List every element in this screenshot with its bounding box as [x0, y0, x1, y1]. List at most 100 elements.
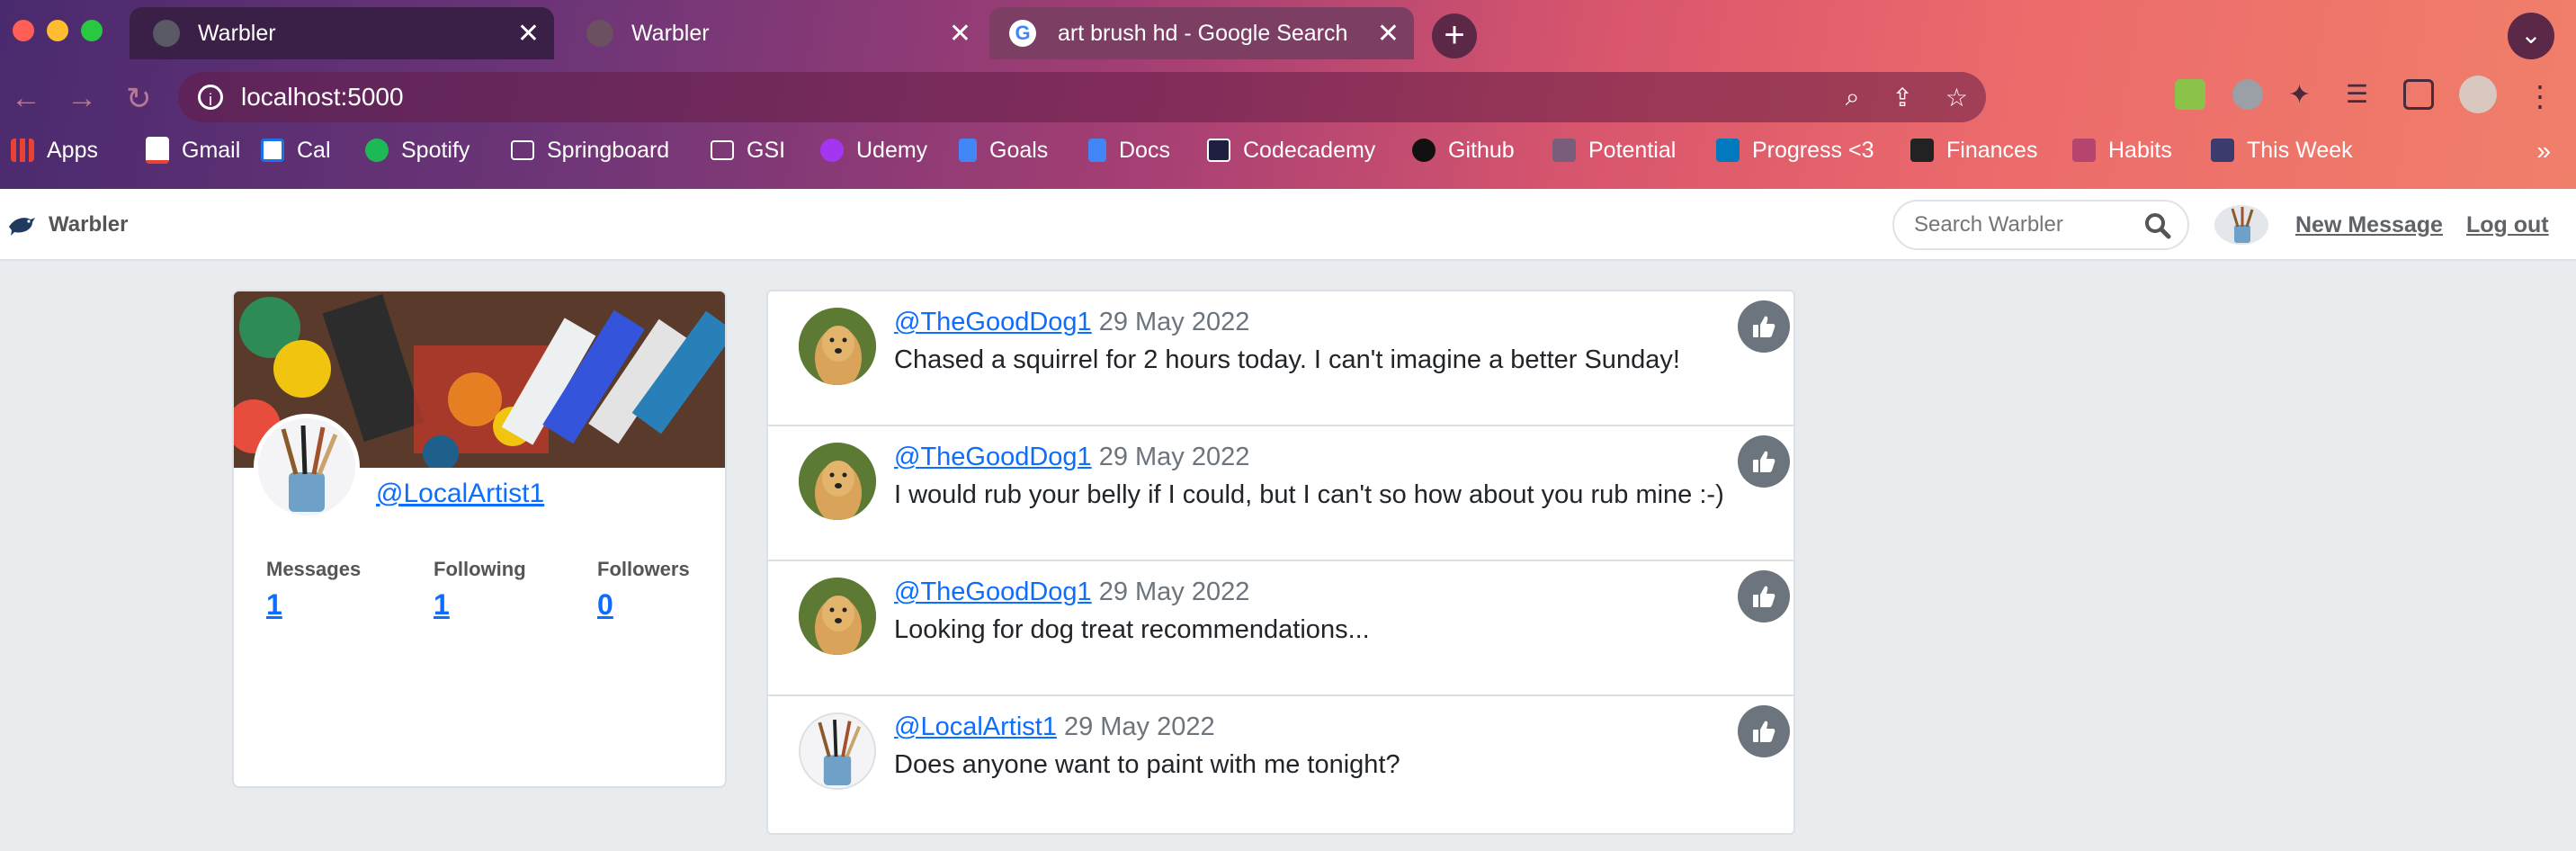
brushes-avatar[interactable]	[799, 712, 876, 790]
dog-avatar[interactable]	[799, 443, 876, 520]
logout-link[interactable]: Log out	[2466, 212, 2549, 238]
followers-count-link[interactable]: 0	[597, 588, 690, 622]
browser-tab[interactable]: Warbler ✕	[563, 7, 986, 59]
bookmark-goals[interactable]: Goals	[959, 138, 1088, 164]
tab-search-button[interactable]: ⌄	[2508, 13, 2554, 59]
messages-list: @TheGoodDog1 29 May 2022 Chased a squirre…	[766, 290, 1795, 835]
warbler-logo-icon	[9, 218, 35, 236]
bookmark-gsi[interactable]: GSI	[711, 138, 820, 164]
close-window-button[interactable]	[13, 20, 34, 41]
messages-count-link[interactable]: 1	[266, 588, 361, 622]
bookmark-apps[interactable]: Apps	[11, 138, 146, 164]
bookmark-finances[interactable]: Finances	[1910, 138, 2072, 164]
side-panel-icon[interactable]	[2403, 79, 2434, 110]
share-icon[interactable]: ⇪	[1892, 83, 1912, 112]
message-author-link[interactable]: @TheGoodDog1	[894, 308, 1092, 336]
board-icon	[1910, 139, 1934, 162]
thumbs-up-icon	[1753, 451, 1775, 472]
message-item[interactable]: @TheGoodDog1 29 May 2022 I would rub your…	[768, 426, 1793, 561]
message-date: 29 May 2022	[1098, 578, 1250, 606]
folder-icon	[511, 140, 534, 160]
message-author-link[interactable]: @TheGoodDog1	[894, 443, 1092, 471]
close-tab-icon[interactable]: ✕	[517, 18, 540, 49]
url-text: localhost:5000	[241, 83, 404, 111]
search-form	[1892, 200, 2189, 250]
maximize-window-button[interactable]	[81, 20, 103, 41]
dog-avatar[interactable]	[799, 308, 876, 385]
zoom-icon[interactable]: ⌕	[1846, 83, 1860, 112]
bookmark-star-icon[interactable]: ☆	[1945, 83, 1968, 112]
message-item[interactable]: @LocalArtist1 29 May 2022 Does anyone wan…	[768, 696, 1793, 831]
search-input[interactable]	[1912, 211, 2132, 238]
bookmark-potential[interactable]: Potential	[1552, 138, 1716, 164]
github-icon	[1412, 139, 1436, 162]
dog-avatar[interactable]	[799, 578, 876, 655]
brand-link[interactable]: Warbler	[7, 211, 128, 239]
bookmark-springboard[interactable]: Springboard	[511, 138, 711, 164]
profile-card: @LocalArtist1 Messages 1 Following 1 Fol…	[232, 290, 727, 788]
minimize-window-button[interactable]	[47, 20, 68, 41]
extension-icon[interactable]	[2175, 79, 2205, 110]
new-message-link[interactable]: New Message	[2295, 212, 2443, 238]
reload-icon[interactable]: ↻	[126, 81, 152, 117]
docs-icon	[1088, 139, 1106, 162]
browser-menu-icon[interactable]: ⋮	[2526, 79, 2556, 112]
forward-icon[interactable]: →	[67, 81, 97, 116]
message-text: I would rub your belly if I could, but I…	[894, 480, 1724, 509]
bookmark-spotify[interactable]: Spotify	[365, 138, 511, 164]
close-tab-icon[interactable]: ✕	[1377, 18, 1400, 49]
profile-avatar-icon[interactable]	[2459, 76, 2497, 113]
bookmark-github[interactable]: Github	[1412, 138, 1552, 164]
user-avatar[interactable]	[2214, 205, 2268, 245]
thumbs-up-icon	[1753, 721, 1775, 742]
more-bookmarks-icon[interactable]: »	[2536, 137, 2551, 166]
reading-list-icon[interactable]: ☰	[2346, 79, 2376, 110]
stat-messages: Messages 1	[266, 558, 361, 622]
like-button[interactable]	[1738, 705, 1790, 757]
browser-tab-active[interactable]: G art brush hd - Google Search ✕	[989, 7, 1414, 59]
brushes-avatar-icon	[801, 714, 874, 788]
message-date: 29 May 2022	[1063, 712, 1215, 741]
browser-tab[interactable]: Warbler ✕	[130, 7, 554, 59]
thumbs-up-icon	[1753, 316, 1775, 337]
globe-icon	[153, 20, 180, 47]
brand-name: Warbler	[49, 212, 129, 237]
extension-power-icon[interactable]	[2232, 79, 2263, 110]
new-tab-button[interactable]: +	[1432, 13, 1477, 58]
like-button[interactable]	[1738, 435, 1790, 488]
message-item[interactable]: @TheGoodDog1 29 May 2022 Looking for dog …	[768, 561, 1793, 696]
back-icon[interactable]: ←	[11, 81, 41, 116]
stat-label: Following	[434, 558, 526, 580]
message-date: 29 May 2022	[1098, 443, 1250, 471]
message-item[interactable]: @TheGoodDog1 29 May 2022 Chased a squirre…	[768, 291, 1793, 426]
extensions-puzzle-icon[interactable]: ✦	[2288, 79, 2319, 110]
search-icon[interactable]	[2144, 212, 2171, 239]
google-icon: G	[1009, 20, 1036, 47]
like-button[interactable]	[1738, 570, 1790, 623]
close-tab-icon[interactable]: ✕	[949, 18, 971, 49]
dog-avatar-icon	[799, 443, 876, 520]
board-icon	[2072, 139, 2096, 162]
bookmark-docs[interactable]: Docs	[1088, 138, 1207, 164]
profile-username-link[interactable]: @LocalArtist1	[376, 479, 544, 509]
browser-chrome: Warbler ✕ Warbler ✕ G art brush hd - Goo…	[0, 0, 2576, 189]
bookmark-this-week[interactable]: This Week	[2211, 138, 2373, 164]
bookmark-gmail[interactable]: Gmail	[146, 137, 261, 164]
bookmark-codecademy[interactable]: Codecademy	[1207, 138, 1412, 164]
address-bar[interactable]: i localhost:5000 ⌕ ⇪ ☆	[178, 72, 1986, 122]
message-date: 29 May 2022	[1098, 308, 1250, 336]
docs-icon	[959, 139, 977, 162]
message-meta: @TheGoodDog1 29 May 2022	[894, 443, 1249, 472]
bookmark-udemy[interactable]: Udemy	[820, 138, 959, 164]
message-author-link[interactable]: @TheGoodDog1	[894, 578, 1092, 606]
message-author-link[interactable]: @LocalArtist1	[894, 712, 1057, 741]
brushes-avatar-icon	[2231, 207, 2254, 243]
following-count-link[interactable]: 1	[434, 588, 526, 622]
calendar-icon	[261, 139, 284, 162]
bookmark-habits[interactable]: Habits	[2072, 138, 2211, 164]
apps-grid-icon	[11, 139, 34, 162]
bookmark-progress[interactable]: Progress <3	[1716, 138, 1910, 164]
bookmark-cal[interactable]: Cal	[261, 138, 365, 164]
site-info-icon[interactable]: i	[198, 85, 223, 110]
like-button[interactable]	[1738, 300, 1790, 353]
